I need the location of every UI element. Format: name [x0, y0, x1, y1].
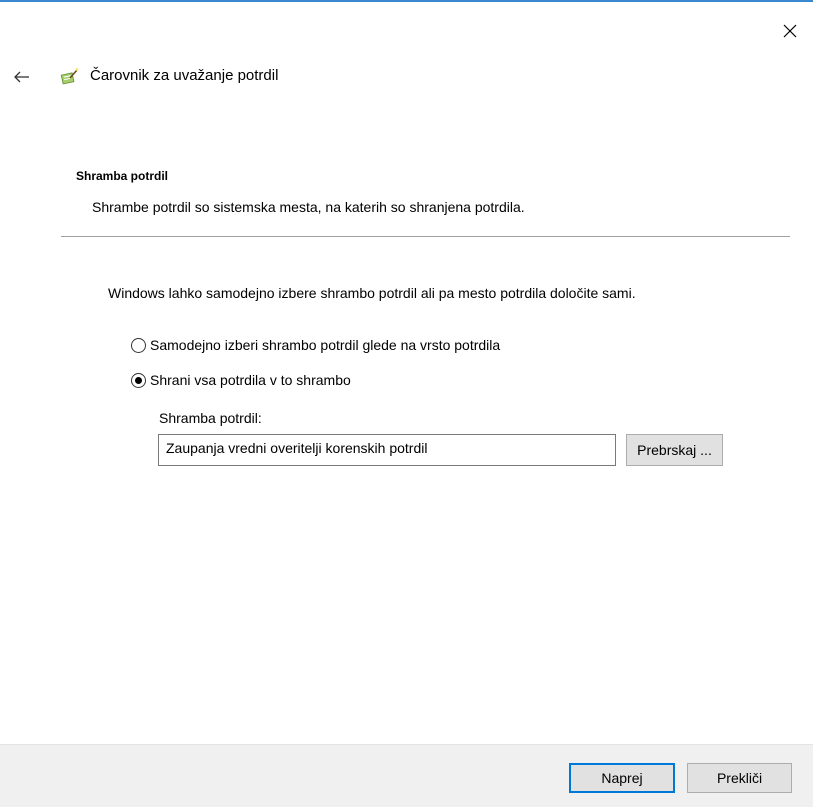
back-button[interactable]: [6, 61, 38, 93]
radio-place-in-store[interactable]: Shrani vsa potrdila v to shrambo: [131, 372, 351, 388]
wizard-title: Čarovnik za uvažanje potrdil: [90, 67, 279, 84]
wizard-header: Čarovnik za uvažanje potrdil: [0, 57, 813, 97]
radio-button-checked[interactable]: [131, 372, 146, 388]
certificate-store-label: Shramba potrdil:: [159, 410, 262, 426]
header-divider: [61, 236, 790, 237]
intro-text: Windows lahko samodejno izbere shrambo p…: [108, 285, 636, 301]
wizard-footer: Naprej Prekliči: [0, 744, 813, 807]
window-top-accent: [0, 0, 813, 2]
close-button[interactable]: [767, 8, 813, 54]
certificate-store-field[interactable]: Zaupanja vredni overitelji korenskih pot…: [158, 434, 616, 466]
close-icon: [783, 24, 797, 38]
back-arrow-icon: [14, 71, 29, 83]
radio-auto-select-store[interactable]: Samodejno izberi shrambo potrdil glede n…: [131, 337, 500, 353]
section-title: Shramba potrdil: [76, 169, 169, 183]
radio-label: Shrani vsa potrdila v to shrambo: [150, 372, 351, 388]
section-description: Shrambe potrdil so sistemska mesta, na k…: [92, 199, 525, 215]
next-button[interactable]: Naprej: [569, 763, 675, 793]
radio-label: Samodejno izberi shrambo potrdil glede n…: [150, 337, 501, 353]
certificate-wizard-icon: [60, 67, 79, 85]
radio-button-unchecked[interactable]: [131, 337, 146, 353]
browse-button[interactable]: Prebrskaj ...: [626, 434, 723, 466]
cancel-button[interactable]: Prekliči: [687, 763, 792, 793]
certificate-import-wizard-window: Čarovnik za uvažanje potrdil Shramba pot…: [0, 0, 813, 807]
